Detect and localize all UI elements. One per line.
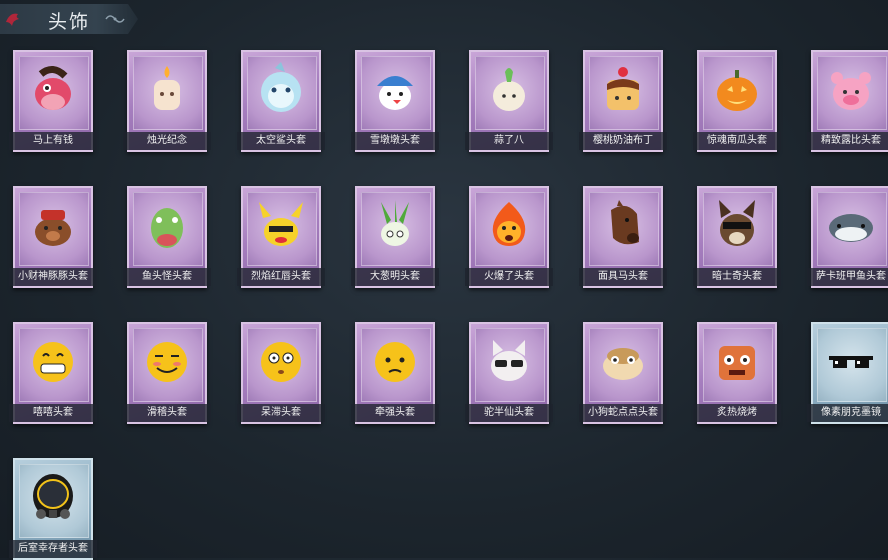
headwear-item-card[interactable]: 樱桃奶油布丁 (579, 50, 667, 152)
item-label: 鱼头怪头套 (123, 268, 211, 286)
candle-mask-icon (154, 66, 180, 110)
item-label: 后室幸存者头套 (9, 540, 97, 558)
headwear-item-card[interactable]: 精致露比头套 (807, 50, 888, 152)
pudding-mask-icon (607, 67, 639, 110)
item-label: 嘻嘻头套 (9, 404, 97, 422)
item-label: 炙热烧烤 (693, 404, 781, 422)
item-label: 萨卡班甲鱼头套 (807, 268, 888, 286)
headwear-item-card[interactable]: 马上有钱 (9, 50, 97, 152)
husky-mask-icon (719, 200, 755, 246)
item-label: 小财神豚豚头套 (9, 268, 97, 286)
headwear-item-card[interactable]: 像素朋克墨镜 (807, 322, 888, 424)
headwear-item-card[interactable]: 暗士奇头套 (693, 186, 781, 288)
headwear-item-card[interactable]: 蒜了八 (465, 50, 553, 152)
bird-emblem-icon (6, 13, 19, 26)
headwear-item-card[interactable]: 呆滞头套 (237, 322, 325, 424)
pixel-sunglasses-icon (829, 356, 873, 368)
headwear-item-card[interactable]: 后室幸存者头套 (9, 458, 97, 560)
shark-mask-icon (261, 62, 301, 112)
headwear-item-card[interactable]: 鱼头怪头套 (123, 186, 211, 288)
pink-bear-mask-icon (831, 72, 871, 110)
item-label: 雪墩墩头套 (351, 132, 439, 150)
fire-mask-icon (492, 202, 526, 246)
headwear-item-card[interactable]: 太空鲨头套 (237, 50, 325, 152)
headwear-item-card[interactable]: 烛光纪念 (123, 50, 211, 152)
item-label: 惊魂南瓜头套 (693, 132, 781, 150)
headwear-item-card[interactable]: 烈焰红唇头套 (237, 186, 325, 288)
ornament-icon (105, 15, 125, 23)
item-label: 火爆了头套 (465, 268, 553, 286)
headwear-item-card[interactable]: 小财神豚豚头套 (9, 186, 97, 288)
dazed-emoji-icon (261, 342, 301, 382)
headwear-item-card[interactable]: 炙热烧烤 (693, 322, 781, 424)
cat-shades-mask-icon (491, 340, 527, 381)
item-label: 面具马头套 (579, 268, 667, 286)
snowman-mask-icon (377, 76, 413, 110)
headwear-item-card[interactable]: 惊魂南瓜头套 (693, 50, 781, 152)
item-label: 像素朋克墨镜 (807, 404, 888, 422)
grin-emoji-icon (33, 342, 73, 382)
headwear-item-card[interactable]: 面具马头套 (579, 186, 667, 288)
toast-mask-icon (719, 346, 755, 380)
headwear-item-card[interactable]: 大葱明头套 (351, 186, 439, 288)
headwear-item-card[interactable]: 嘻嘻头套 (9, 322, 97, 424)
item-label: 牵强头套 (351, 404, 439, 422)
sacabambaspis-mask-icon (829, 214, 873, 242)
scallion-mask-icon (381, 200, 409, 246)
yellow-mouse-mask-icon (259, 202, 303, 246)
headwear-item-card[interactable]: 火爆了头套 (465, 186, 553, 288)
headwear-item-card[interactable]: 萨卡班甲鱼头套 (807, 186, 888, 288)
smirk-emoji-icon (147, 342, 187, 382)
item-label: 马上有钱 (9, 132, 97, 150)
item-label: 太空鲨头套 (237, 132, 325, 150)
item-label: 烈焰红唇头套 (237, 268, 325, 286)
headwear-item-card[interactable]: 雪墩墩头套 (351, 50, 439, 152)
horse-head-mask-icon (611, 200, 639, 245)
headwear-item-card[interactable]: 小狗蛇点点头套 (579, 322, 667, 424)
item-label: 樱桃奶油布丁 (579, 132, 667, 150)
item-label: 精致露比头套 (807, 132, 888, 150)
item-label: 驼半仙头套 (465, 404, 553, 422)
pleading-emoji-icon (375, 342, 415, 382)
pumpkin-mask-icon (717, 70, 757, 111)
headwear-item-card[interactable]: 牵强头套 (351, 322, 439, 424)
horse-mask-icon (35, 66, 71, 110)
headwear-item-card[interactable]: 驼半仙头套 (465, 322, 553, 424)
snake-mask-icon (603, 348, 643, 380)
item-label: 滑稽头套 (123, 404, 211, 422)
item-label: 小狗蛇点点头套 (579, 404, 667, 422)
fish-head-mask-icon (151, 208, 183, 248)
item-label: 暗士奇头套 (693, 268, 781, 286)
headwear-item-card[interactable]: 滑稽头套 (123, 322, 211, 424)
pig-mask-icon (35, 210, 71, 246)
item-label: 大葱明头套 (351, 268, 439, 286)
garlic-mask-icon (493, 68, 525, 111)
item-label: 呆滞头套 (237, 404, 325, 422)
category-header: 头饰 (0, 4, 138, 34)
category-title: 头饰 (48, 11, 91, 33)
item-label: 蒜了八 (465, 132, 553, 150)
gas-mask-helmet-icon (33, 474, 73, 519)
item-label: 烛光纪念 (123, 132, 211, 150)
